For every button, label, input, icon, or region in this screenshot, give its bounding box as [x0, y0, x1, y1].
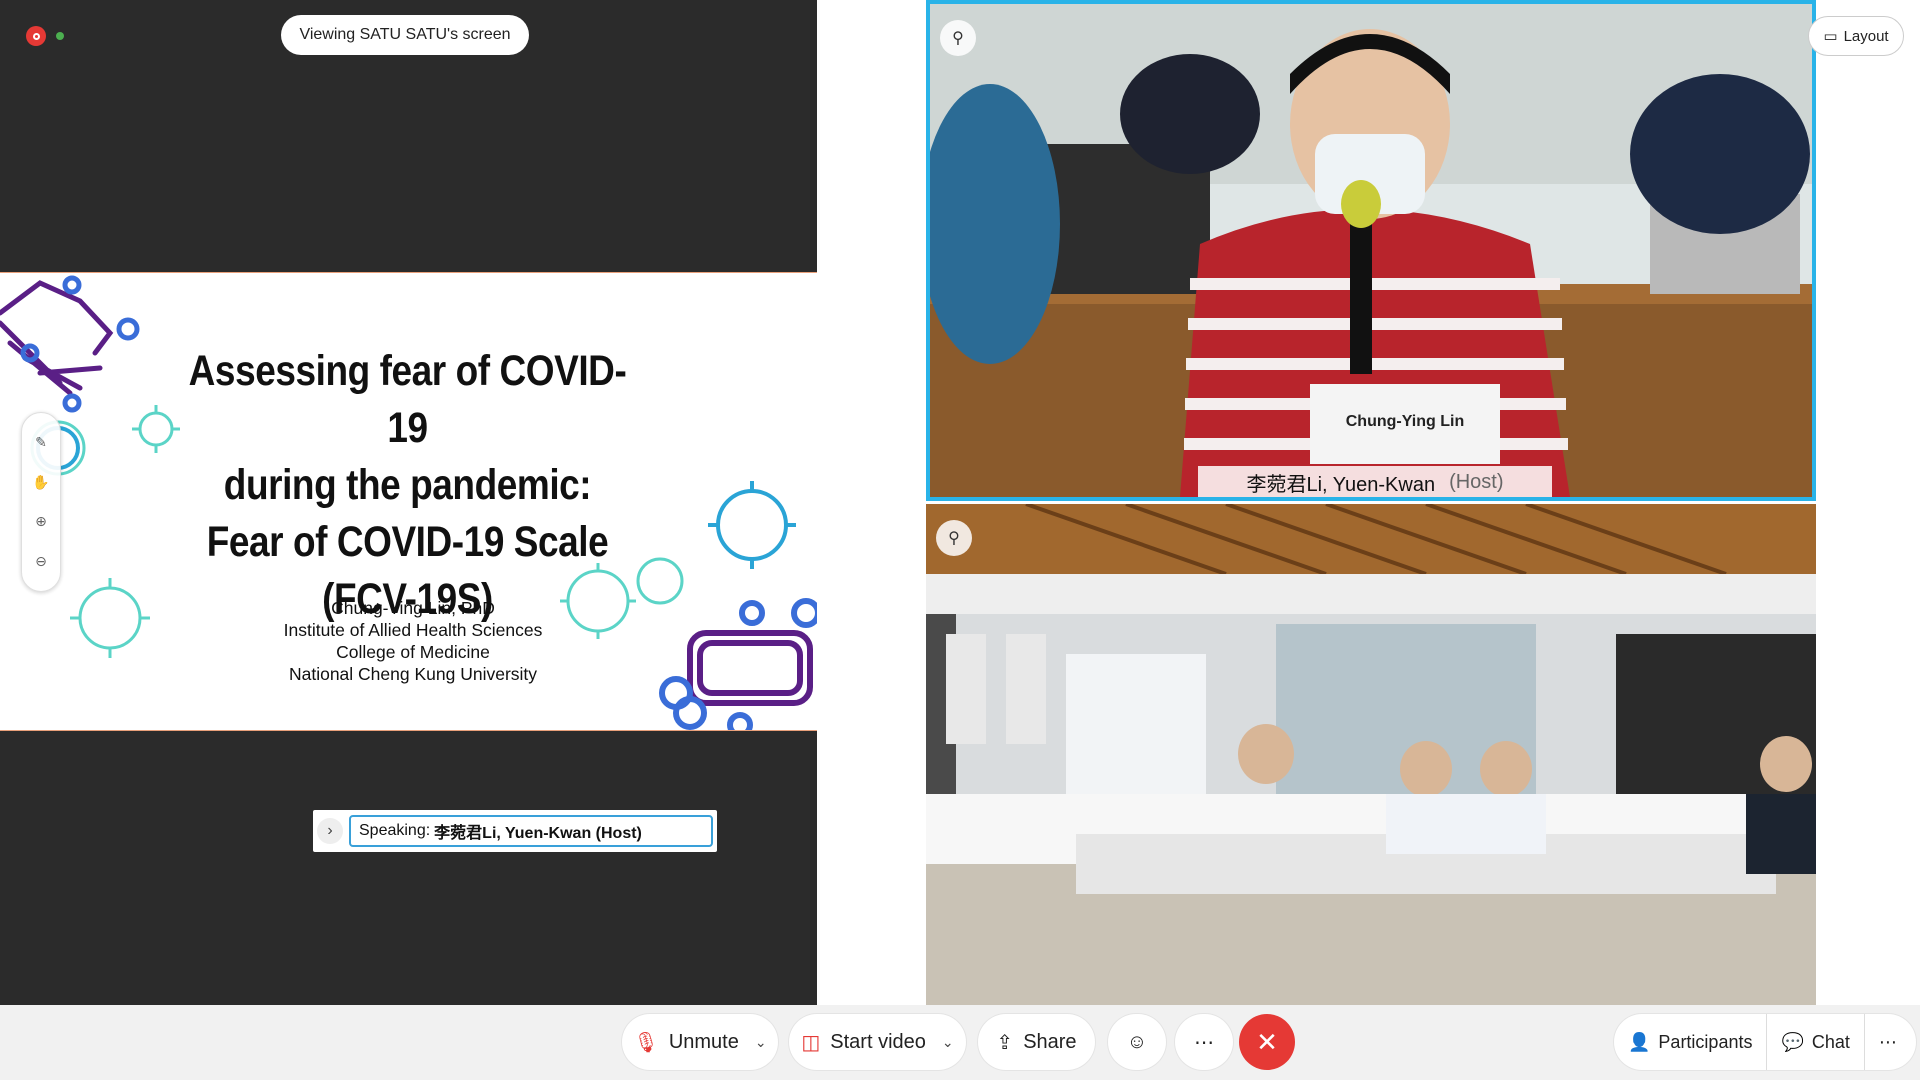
participant-role: (Host)	[1449, 471, 1504, 493]
speaking-indicator: › Speaking: 李菀君Li, Yuen-Kwan (Host)	[313, 810, 717, 852]
slide-title-line: Assessing fear of COVID-19	[188, 347, 627, 452]
reactions-button[interactable]: ☺	[1108, 1014, 1166, 1070]
chevron-down-icon[interactable]: ⌄	[942, 1034, 954, 1051]
author-institute: Institute of Allied Health Sciences	[283, 620, 543, 640]
speaking-prefix: Speaking:	[359, 822, 431, 839]
shared-screen-area: Viewing SATU SATU's screen Assessing fea…	[0, 0, 817, 1005]
unmute-label: Unmute	[668, 1030, 739, 1053]
author-college: College of Medicine	[336, 642, 490, 662]
annotation-toolbar[interactable]: ✎ ✋ ⊕ ⊖	[21, 412, 61, 592]
speaking-text: Speaking: 李菀君Li, Yuen-Kwan (Host)	[349, 815, 713, 847]
slide-author-block: Chung-Ying Lin, PhD Institute of Allied …	[230, 597, 596, 685]
recording-indicator	[26, 26, 64, 46]
share-label: Share	[1023, 1030, 1077, 1053]
participants-label: Participants	[1658, 1031, 1753, 1052]
slide-title-line: during the pandemic:	[223, 461, 592, 509]
share-icon: ⇪	[996, 1031, 1014, 1054]
start-video-button[interactable]: ◫ Start video ⌄	[789, 1014, 966, 1070]
smiley-icon: ☺	[1126, 1030, 1148, 1053]
ellipsis-icon: ⋯	[1878, 1031, 1897, 1052]
participants-button[interactable]: 👤 Participants	[1614, 1014, 1766, 1070]
pin-icon[interactable]: ⚲	[940, 20, 976, 56]
chevron-right-icon[interactable]: ›	[317, 818, 343, 844]
share-button[interactable]: ⇪ Share	[978, 1014, 1095, 1070]
slide-title-line: Fear of COVID-19 Scale	[206, 518, 609, 566]
author-university: National Cheng Kung University	[288, 664, 538, 684]
participant-name-tag: 李菀君Li, Yuen-Kwan (Host)	[1198, 466, 1552, 497]
zoom-in-icon[interactable]: ⊕	[31, 512, 51, 532]
speaking-name: 李菀君Li, Yuen-Kwan (Host)	[434, 825, 642, 842]
leave-meeting-button[interactable]: ✕	[1239, 1014, 1295, 1070]
room-video-frame	[926, 504, 1816, 1005]
presentation-slide: Assessing fear of COVID-19 during the pa…	[0, 272, 817, 731]
pen-icon[interactable]: ✎	[31, 433, 51, 453]
chat-button[interactable]: 💬 Chat	[1766, 1014, 1863, 1070]
chat-bubble-icon: 💬	[1781, 1031, 1804, 1052]
name-placard-text: Chung-Ying Lin	[1346, 413, 1464, 430]
participant-name: 李菀君Li, Yuen-Kwan	[1246, 474, 1436, 496]
more-panels-button[interactable]: ⋯	[1863, 1014, 1911, 1070]
video-off-icon: ◫	[801, 1031, 821, 1054]
layout-button[interactable]: ▭ Layout	[1808, 16, 1904, 56]
unmute-button[interactable]: 🎙 Unmute ⌄	[622, 1014, 778, 1070]
record-icon	[26, 26, 46, 46]
panels-group: 👤 Participants 💬 Chat ⋯	[1614, 1014, 1916, 1070]
video-tile-room[interactable]: ⚲	[926, 504, 1816, 1005]
start-video-label: Start video	[830, 1030, 926, 1053]
slide-title: Assessing fear of COVID-19 during the pa…	[169, 343, 646, 628]
layout-label: Layout	[1843, 27, 1889, 45]
viewing-screen-banner[interactable]: Viewing SATU SATU's screen	[281, 15, 529, 55]
participants-icon: 👤	[1628, 1031, 1651, 1052]
speaker-video-frame: Chung-Ying Lin	[930, 4, 1812, 497]
ellipsis-icon: ⋯	[1194, 1031, 1214, 1054]
hand-icon[interactable]: ✋	[31, 472, 51, 492]
video-tile-speaker[interactable]: Chung-Ying Lin ⚲ 李菀君Li, Yuen-Kwan (Host)	[926, 0, 1816, 501]
author-name: Chung-Ying Lin, PhD	[331, 598, 495, 618]
chevron-down-icon[interactable]: ⌄	[755, 1034, 767, 1051]
layout-icon: ▭	[1823, 28, 1838, 45]
pin-icon[interactable]: ⚲	[936, 520, 972, 556]
microphone-muted-icon: 🎙	[633, 1031, 659, 1054]
chat-label: Chat	[1811, 1031, 1850, 1052]
zoom-out-icon[interactable]: ⊖	[31, 551, 51, 571]
more-options-button[interactable]: ⋯	[1175, 1014, 1233, 1070]
close-icon: ✕	[1256, 1026, 1278, 1057]
live-dot-icon	[56, 32, 64, 40]
